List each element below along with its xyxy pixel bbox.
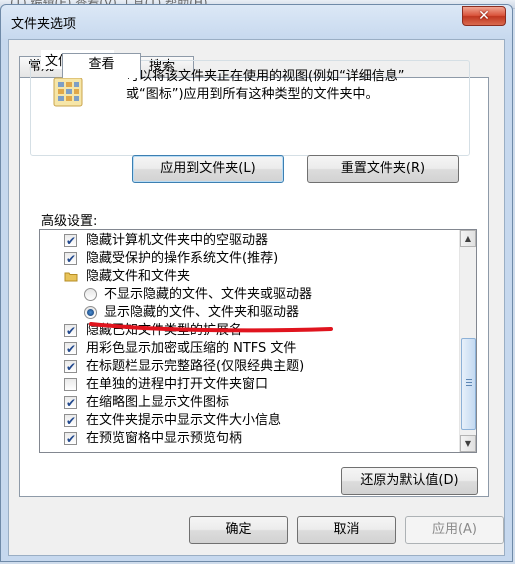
list-item-label: 隐藏文件和文件夹 <box>86 269 191 284</box>
grip-line <box>466 382 472 383</box>
radio-dont-show-hidden[interactable] <box>84 288 97 301</box>
list-item-label: 隐藏计算机文件夹中的空驱动器 <box>86 233 269 248</box>
list-item-label: 用彩色显示加密或压缩的 NTFS 文件 <box>86 341 297 356</box>
tab-view[interactable]: 查看 <box>62 53 141 78</box>
list-item-label: 在标题栏显示完整路径(仅限经典主题) <box>86 359 305 374</box>
restore-defaults-button[interactable]: 还原为默认值(D) <box>341 467 478 495</box>
folder-icon <box>64 272 78 282</box>
reset-folders-button[interactable]: 重置文件夹(R) <box>307 155 459 183</box>
advanced-settings-label: 高级设置: <box>41 214 98 229</box>
title-bar[interactable]: 文件夹选项 ✕ <box>1 5 512 39</box>
checkbox-file-size-tips[interactable] <box>64 412 77 430</box>
list-item-label: 不显示隐藏的文件、文件夹或驱动器 <box>104 287 313 302</box>
list-item-label: 隐藏已知文件类型的扩展名 <box>86 323 243 338</box>
checkbox-separate-process[interactable] <box>64 378 77 391</box>
list-item-label: 在单独的进程中打开文件夹窗口 <box>86 377 269 392</box>
ok-button[interactable]: 确定 <box>189 516 288 544</box>
cancel-button[interactable]: 取消 <box>297 516 396 544</box>
checkbox-full-path-title[interactable] <box>64 358 77 376</box>
apply-to-folders-button[interactable]: 应用到文件夹(L) <box>132 155 284 183</box>
folder-views-description: 可以将该文件夹正在使用的视图(例如“详细信息” 或“图标”)应用到所有这种类型的… <box>126 68 466 104</box>
window-title: 文件夹选项 <box>11 17 77 32</box>
apply-button[interactable]: 应用(A) <box>405 516 504 544</box>
checkbox-hide-protected-os-files[interactable] <box>64 250 77 268</box>
list-scrollbar[interactable]: ▲ ▼ <box>459 230 476 452</box>
folder-view-icon <box>53 77 83 107</box>
checkbox-thumbnail-icons[interactable] <box>64 394 77 412</box>
checkbox-hide-empty-drives[interactable] <box>64 232 77 250</box>
list-item-label: 显示隐藏的文件、文件夹和驱动器 <box>104 305 300 320</box>
close-icon: ✕ <box>478 8 490 24</box>
list-item-label: 在预览窗格中显示预览句柄 <box>86 431 243 446</box>
advanced-settings-list[interactable]: 隐藏计算机文件夹中的空驱动器 隐藏受保护的操作系统文件(推荐) 隐藏文件和文件夹… <box>39 229 477 453</box>
folder-views-description-line1: 可以将该文件夹正在使用的视图(例如“详细信息” <box>126 69 405 84</box>
list-item-label: 在缩略图上显示文件图标 <box>86 395 230 410</box>
checkbox-color-ntfs[interactable] <box>64 340 77 358</box>
grip-line <box>466 379 472 380</box>
grip-line <box>466 385 472 386</box>
close-button[interactable]: ✕ <box>462 6 506 26</box>
list-item-label: 隐藏受保护的操作系统文件(推荐) <box>86 251 279 266</box>
radio-show-hidden[interactable] <box>84 306 97 319</box>
scroll-up-icon[interactable]: ▲ <box>460 230 476 247</box>
scroll-thumb[interactable] <box>461 338 476 430</box>
list-item-label: 在文件夹提示中显示文件大小信息 <box>86 413 282 428</box>
checkbox-preview-handlers[interactable] <box>64 430 77 448</box>
folder-options-dialog: 文件夹选项 ✕ 常规 查看 搜索 文件夹视图 可以将该文件夹正在使用的视图(例如… <box>0 4 513 562</box>
scroll-down-icon[interactable]: ▼ <box>460 435 476 452</box>
checkbox-hide-extensions[interactable] <box>64 322 77 340</box>
folder-views-description-line2: 或“图标”)应用到所有这种类型的文件夹中。 <box>126 87 379 102</box>
